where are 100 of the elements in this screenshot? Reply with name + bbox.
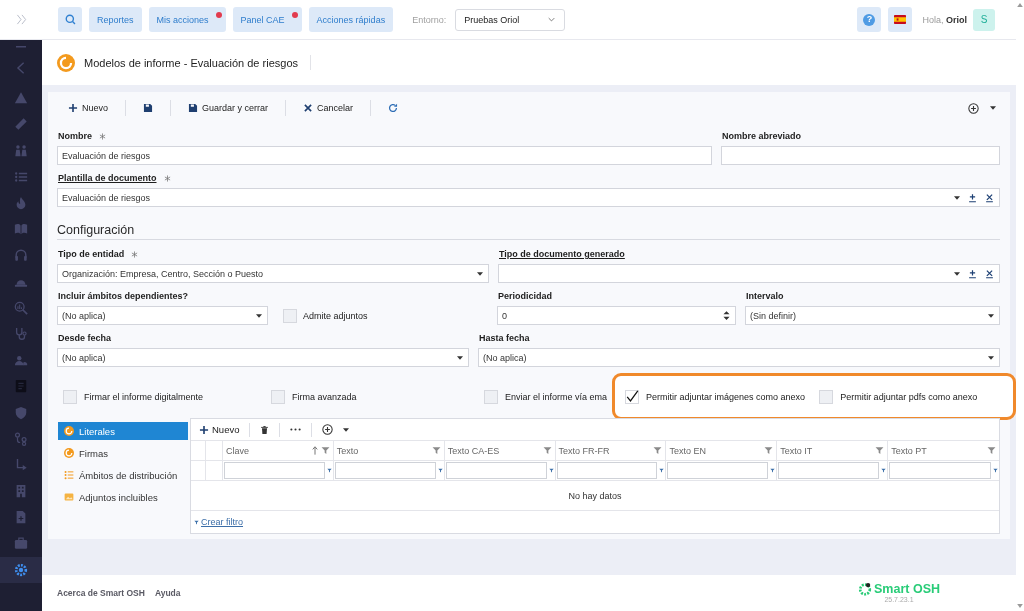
column-header[interactable]: Texto CA-ES <box>447 445 552 456</box>
search-icon <box>64 14 76 25</box>
checkbox[interactable] <box>484 389 498 404</box>
column-header[interactable]: Texto EN <box>669 445 774 456</box>
image-icon <box>64 492 74 502</box>
chevron-right-icon[interactable] <box>15 14 27 25</box>
caret-down-icon <box>954 271 960 276</box>
create-filter-link[interactable]: Crear filtro <box>194 517 243 527</box>
x-icon[interactable] <box>985 192 994 203</box>
nav-button[interactable]: Reportes <box>89 7 142 32</box>
column-header[interactable]: Clave <box>226 445 330 456</box>
save-icon <box>143 103 153 113</box>
x-icon[interactable] <box>985 268 994 279</box>
refresh-icon <box>388 103 399 113</box>
add-circle-icon[interactable] <box>968 102 979 114</box>
number-field[interactable]: 0 <box>497 306 736 325</box>
scroll-up-icon[interactable] <box>1017 3 1023 7</box>
text-field[interactable]: Evaluación de riesgos <box>57 146 712 165</box>
new-button[interactable]: Nuevo <box>64 100 112 116</box>
field-label: Hasta fecha <box>479 333 530 343</box>
plus-icon[interactable] <box>968 268 977 279</box>
tab[interactable]: Ámbitos de distribución <box>58 466 188 484</box>
greeting-text: Hola, Oriol <box>922 14 967 25</box>
filter-field[interactable] <box>334 462 436 479</box>
tab[interactable]: Literales <box>58 422 188 440</box>
arrow-icon <box>14 457 28 472</box>
spinner-icon[interactable] <box>723 310 730 321</box>
tab[interactable]: Adjuntos incluibles <box>58 488 188 506</box>
footer-link[interactable]: Ayuda <box>154 588 181 598</box>
language-button[interactable] <box>888 7 913 32</box>
checkbox[interactable] <box>819 389 834 404</box>
column-header[interactable]: Texto FR-FR <box>558 445 663 456</box>
ring-icon <box>57 53 75 72</box>
ruler-icon <box>14 117 28 132</box>
column-header[interactable]: Texto <box>336 445 441 456</box>
building-icon <box>14 484 28 499</box>
filter-field[interactable] <box>778 462 880 479</box>
cancel-button[interactable]: Cancelar <box>299 100 358 116</box>
field-label: Periodicidad <box>498 291 552 301</box>
ring-icon <box>64 426 74 436</box>
tab[interactable]: Firmas <box>58 444 188 462</box>
people-icon <box>14 143 28 158</box>
nav-button[interactable]: Acciones rápidas <box>308 7 394 32</box>
save-close-button[interactable]: Guardar y cerrar <box>184 100 273 116</box>
caret-down-icon[interactable] <box>343 427 350 432</box>
filter-field[interactable] <box>889 462 991 479</box>
trash-icon[interactable] <box>260 424 270 435</box>
checkbox-label: Permitir adjuntar pdfs como anexo <box>840 391 978 402</box>
nav-button[interactable]: Panel CAE <box>232 7 302 32</box>
lookup-field[interactable]: Evaluación de riesgos <box>57 188 1000 207</box>
save-icon <box>188 103 198 113</box>
search-button[interactable] <box>58 7 82 32</box>
page-title: Modelos de informe - Evaluación de riesgos <box>84 56 298 69</box>
footer-link[interactable]: Acerca de Smart OSH <box>57 588 145 598</box>
filter-field[interactable] <box>445 462 547 479</box>
filter-field[interactable] <box>556 462 658 479</box>
nodes-icon <box>14 431 28 446</box>
book-icon <box>14 222 28 237</box>
checkbox[interactable] <box>63 389 77 404</box>
lookup-field[interactable] <box>498 264 1000 283</box>
select-field[interactable]: (No aplica) <box>57 306 268 325</box>
select-field[interactable]: (No aplica) <box>478 348 1000 367</box>
checkbox[interactable] <box>271 389 285 404</box>
sidebar-item[interactable] <box>0 556 42 583</box>
add-circle-icon[interactable] <box>322 424 334 435</box>
more-icon[interactable] <box>290 428 302 431</box>
filter-icon <box>987 446 996 455</box>
sort-up-icon <box>311 446 318 455</box>
plus-icon <box>199 424 209 435</box>
column-header[interactable]: Texto PT <box>891 445 996 456</box>
select-field[interactable]: (Sin definir) <box>745 306 1000 325</box>
nav-button[interactable]: Mis acciones <box>148 7 226 32</box>
plus-icon <box>68 103 78 113</box>
filter-field[interactable] <box>224 462 325 479</box>
select-field[interactable]: Organización: Empresa, Centro, Sección o Puesto <box>57 264 489 283</box>
briefcase-icon <box>14 536 28 551</box>
label-link[interactable]: Plantilla de documento <box>58 173 157 183</box>
checkbox[interactable] <box>283 308 297 323</box>
list-icon <box>14 169 28 184</box>
column-header[interactable]: Texto IT <box>780 445 885 456</box>
label-link[interactable]: Tipo de documento generado <box>499 249 625 259</box>
scroll-down-icon[interactable] <box>1017 604 1023 608</box>
x-icon <box>303 103 314 113</box>
new-button[interactable]: Nuevo <box>199 424 240 435</box>
environment-select[interactable]: Pruebas Oriol <box>455 8 566 31</box>
chart-search-icon <box>14 300 28 315</box>
plus-icon[interactable] <box>968 192 977 203</box>
text-field[interactable] <box>721 146 1000 165</box>
checkbox[interactable] <box>625 389 640 404</box>
filter-icon[interactable] <box>993 467 998 474</box>
caret-down-icon[interactable] <box>990 106 996 110</box>
checkbox-label: Enviar el informe vía ema <box>505 391 608 402</box>
ring-icon <box>64 448 74 458</box>
filter-icon <box>431 446 441 455</box>
select-field[interactable]: (No aplica) <box>57 348 469 367</box>
flag-icon <box>894 15 907 24</box>
checkbox-label: Firma avanzada <box>292 391 357 402</box>
field-label: Nombre abreviado <box>722 131 802 141</box>
filter-field[interactable] <box>667 462 769 479</box>
empty-message: No hay datos <box>191 481 999 511</box>
